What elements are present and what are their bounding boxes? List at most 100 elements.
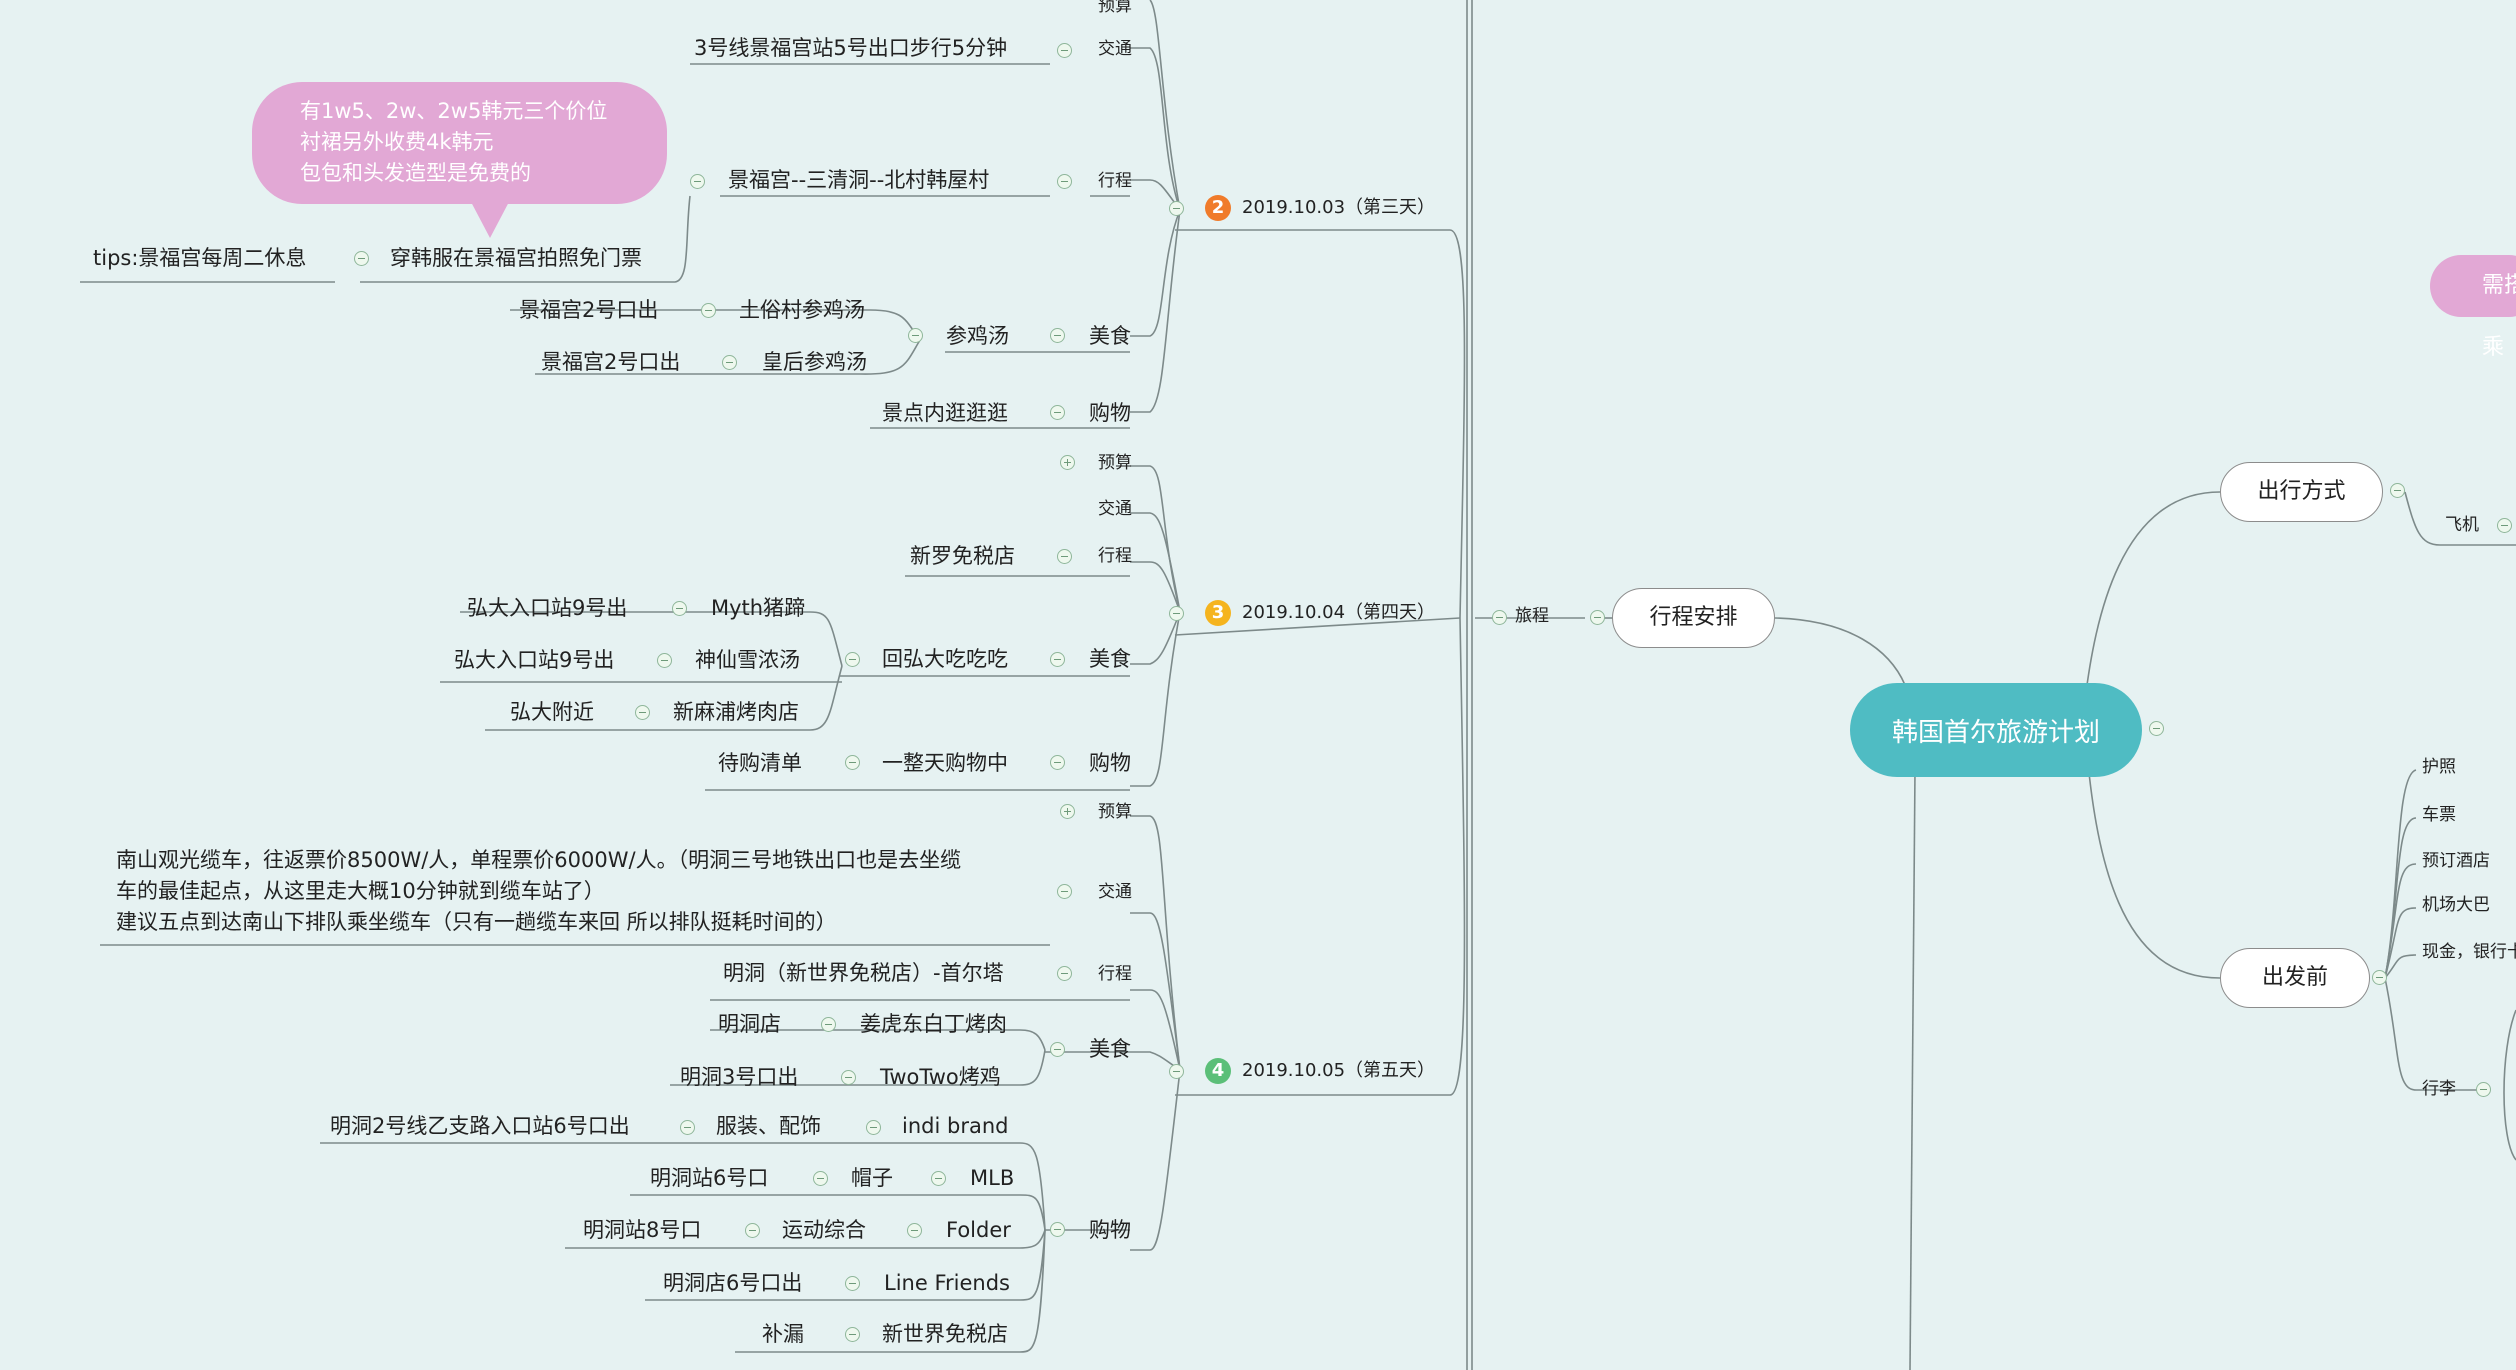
- collapse-icon[interactable]: [657, 653, 672, 668]
- collapse-icon[interactable]: [1169, 606, 1184, 621]
- category-shopping: 购物: [1089, 751, 1131, 775]
- collapse-icon[interactable]: [813, 1171, 828, 1186]
- collapse-icon[interactable]: [2476, 1082, 2491, 1097]
- collapse-icon[interactable]: [845, 652, 860, 667]
- collapse-icon[interactable]: [635, 705, 650, 720]
- collapse-icon[interactable]: [672, 601, 687, 616]
- day4-shop-location: 明洞2号线乙支路入口站6号口出: [330, 1114, 630, 1138]
- day3-route: 新罗免税店: [910, 544, 1015, 568]
- collapse-icon[interactable]: [1050, 652, 1065, 667]
- note-bubble: 有1w5、2w、2w5韩元三个价位 衬裙另外收费4k韩元 包包和头发造型是免费的: [252, 82, 667, 204]
- collapse-icon[interactable]: [2390, 483, 2405, 498]
- day2-route-tip: tips:景福宫每周二休息: [93, 246, 307, 270]
- day4-shop-item: 新世界免税店: [882, 1322, 1008, 1346]
- collapse-icon[interactable]: [2372, 970, 2387, 985]
- category-route: 行程: [1098, 964, 1132, 984]
- day-date: 2019.10.04（第四天）: [1242, 602, 1436, 623]
- day4-shop-item: Line Friends: [884, 1271, 1010, 1295]
- collapse-icon[interactable]: [1057, 884, 1072, 899]
- collapse-icon[interactable]: [1169, 1064, 1184, 1079]
- day-date: 2019.10.03（第三天）: [1242, 197, 1436, 218]
- root-topic-label: 韩国首尔旅游计划: [1891, 717, 2100, 748]
- day2-food-item: 皇后参鸡汤: [762, 350, 867, 374]
- category-food: 美食: [1089, 1037, 1131, 1061]
- expand-icon[interactable]: [1060, 455, 1075, 470]
- collapse-icon[interactable]: [845, 755, 860, 770]
- day2-route: 景福宫--三清洞--北村韩屋村: [728, 168, 990, 192]
- category-transport: 交通: [1098, 882, 1132, 902]
- travel-label: 旅程: [1515, 606, 1549, 626]
- collapse-icon[interactable]: [1057, 966, 1072, 981]
- collapse-icon[interactable]: [722, 355, 737, 370]
- plane-label: 飞机: [2445, 515, 2479, 535]
- category-transport: 交通: [1098, 499, 1132, 519]
- day-date: 2019.10.05（第五天）: [1242, 1060, 1436, 1081]
- before-departure-topic[interactable]: 出发前: [2220, 948, 2370, 1008]
- day2-transport: 3号线景福宫站5号出口步行5分钟: [694, 36, 1008, 60]
- collapse-icon[interactable]: [1057, 174, 1072, 189]
- day2-food: 参鸡汤: [946, 324, 1009, 348]
- day4-food-location: 明洞3号口出: [680, 1065, 799, 1089]
- root-topic[interactable]: 韩国首尔旅游计划: [1850, 683, 2142, 777]
- day4-shop-location: 明洞站6号口: [650, 1166, 769, 1190]
- mindmap-canvas[interactable]: 韩国首尔旅游计划 行程安排 旅程 出行方式 出发前 需搭乘 飞机 护照 车票 预…: [0, 0, 2516, 1370]
- collapse-icon[interactable]: [1057, 549, 1072, 564]
- collapse-icon[interactable]: [1492, 610, 1507, 625]
- day4-shop-item: Folder: [946, 1218, 1011, 1242]
- day4-shop-category: 帽子: [851, 1166, 893, 1190]
- collapse-icon[interactable]: [845, 1276, 860, 1291]
- day4-shop-item: indi brand: [902, 1114, 1009, 1138]
- category-budget: 预算: [1098, 802, 1132, 822]
- collapse-icon[interactable]: [908, 328, 923, 343]
- day2-food-item: 土俗村参鸡汤: [739, 298, 865, 322]
- collapse-icon[interactable]: [821, 1017, 836, 1032]
- category-route: 行程: [1098, 546, 1132, 566]
- collapse-icon[interactable]: [1169, 201, 1184, 216]
- category-budget: 预算: [1098, 453, 1132, 473]
- collapse-icon[interactable]: [701, 303, 716, 318]
- before-item-bus: 机场大巴: [2422, 895, 2490, 915]
- collapse-icon[interactable]: [1050, 1042, 1065, 1057]
- day3-shopping: 一整天购物中: [882, 751, 1008, 775]
- collapse-icon[interactable]: [2497, 518, 2512, 533]
- day-number-badge: 4: [1205, 1058, 1231, 1084]
- expand-icon[interactable]: [1060, 804, 1075, 819]
- before-item-ticket: 车票: [2422, 805, 2456, 825]
- day4-shop-location: 明洞店6号口出: [663, 1271, 803, 1295]
- day4-transport-note: 南山观光缆车，往返票价8500W/人，单程票价6000W/人。（明洞三号地铁出口…: [116, 848, 962, 934]
- collapse-icon[interactable]: [1050, 1222, 1065, 1237]
- day4-shop-location: 补漏: [762, 1322, 804, 1346]
- before-item-passport: 护照: [2422, 757, 2456, 777]
- collapse-icon[interactable]: [2149, 721, 2164, 736]
- collapse-icon[interactable]: [1590, 610, 1605, 625]
- collapse-icon[interactable]: [745, 1223, 760, 1238]
- note-bubble-tail: [470, 200, 510, 238]
- collapse-icon[interactable]: [354, 251, 369, 266]
- collapse-icon[interactable]: [1050, 755, 1065, 770]
- collapse-icon[interactable]: [1050, 405, 1065, 420]
- before-item-hotel: 预订酒店: [2422, 851, 2490, 871]
- collapse-icon[interactable]: [845, 1327, 860, 1342]
- collapse-icon[interactable]: [866, 1120, 881, 1135]
- collapse-icon[interactable]: [907, 1223, 922, 1238]
- day-number-badge: 2: [1205, 195, 1231, 221]
- day3-food-item: 新麻浦烤肉店: [673, 700, 799, 724]
- day3-food: 回弘大吃吃吃: [882, 647, 1008, 671]
- collapse-icon[interactable]: [841, 1070, 856, 1085]
- luggage-label: 行李: [2422, 1079, 2456, 1099]
- transport-mode-topic[interactable]: 出行方式: [2220, 462, 2383, 522]
- itinerary-topic[interactable]: 行程安排: [1612, 588, 1775, 648]
- collapse-icon[interactable]: [1057, 43, 1072, 58]
- day2-food-location: 景福宫2号口出: [519, 298, 659, 322]
- collapse-icon[interactable]: [690, 174, 705, 189]
- collapse-icon[interactable]: [1050, 328, 1065, 343]
- category-shopping: 购物: [1089, 1218, 1131, 1242]
- day4-food-item: TwoTwo烤鸡: [880, 1065, 1001, 1089]
- collapse-icon[interactable]: [931, 1171, 946, 1186]
- day2-shopping: 景点内逛逛逛: [882, 401, 1008, 425]
- category-transport: 交通: [1098, 39, 1132, 59]
- collapse-icon[interactable]: [680, 1120, 695, 1135]
- day4-shop-category: 运动综合: [782, 1218, 866, 1242]
- category-budget: 预算: [1098, 0, 1132, 16]
- day3-shopping-note: 待购清单: [718, 751, 802, 775]
